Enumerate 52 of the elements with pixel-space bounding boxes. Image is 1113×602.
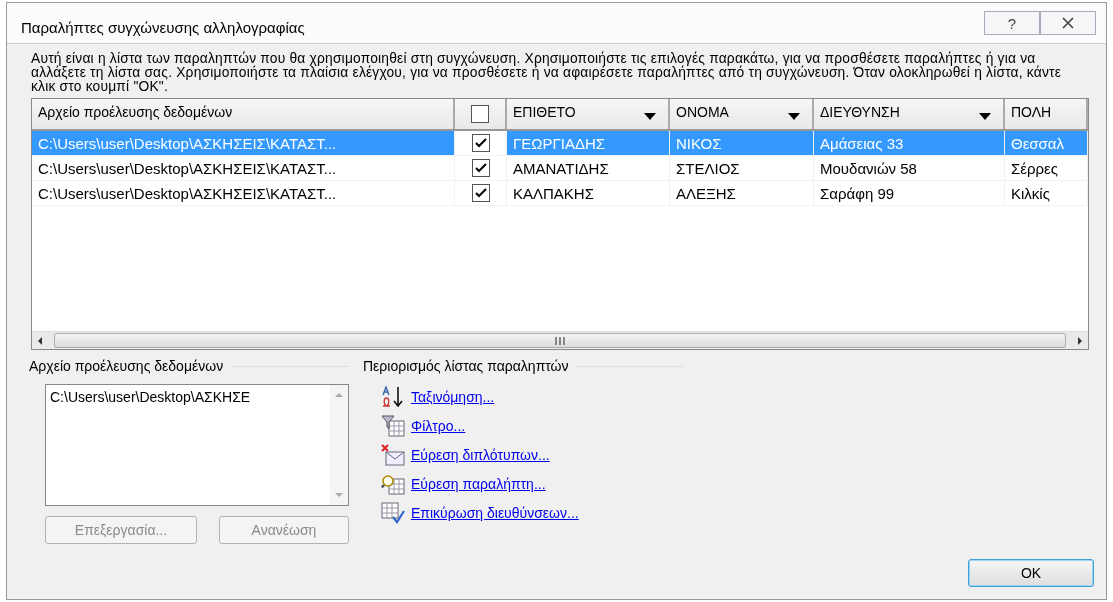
scrollbar-thumb[interactable]: [54, 333, 1066, 348]
row-checkbox[interactable]: [471, 184, 490, 202]
column-header[interactable]: ΟΝΟΜΑ: [670, 99, 814, 129]
row-checkbox[interactable]: [471, 159, 490, 177]
select-all-checkbox[interactable]: [471, 105, 489, 123]
column-header[interactable]: ΔΙΕΥΘΥΝΣΗ: [814, 99, 1005, 129]
window-title: Παραλήπτες συγχώνευσης αλληλογραφίας: [21, 19, 305, 36]
group-title: Περιορισμός λίστας παραληπτών: [363, 358, 569, 374]
table-cell: ΑΜΑΝΑΤΙΔΗΣ: [507, 156, 670, 180]
column-header[interactable]: Αρχείο προέλευσης δεδομένων: [32, 99, 455, 129]
group-title: Αρχείο προέλευσης δεδομένων: [29, 358, 224, 374]
table-cell: C:\Users\user\Desktop\ΑΣΚΗΣΕΙΣ\ΚΑΤΑΣΤ...: [32, 181, 455, 205]
help-button[interactable]: ?: [984, 11, 1040, 35]
table-cell: ΓΕΩΡΓΙΑΔΗΣ: [507, 131, 670, 155]
table-cell: Κιλκίς: [1005, 181, 1088, 205]
ok-button[interactable]: OK: [968, 559, 1094, 587]
dropdown-arrow-icon[interactable]: [644, 112, 656, 120]
refine-link[interactable]: Ταξινόμηση...: [411, 389, 495, 405]
column-header[interactable]: ΕΠΙΘΕΤΟ: [507, 99, 670, 129]
refine-link[interactable]: Επικύρωση διευθύνσεων...: [411, 505, 579, 521]
table-row[interactable]: C:\Users\user\Desktop\ΑΣΚΗΣΕΙΣ\ΚΑΤΑΣΤ... ΚΑΛΠΑΚΗΣ ΑΛΕΞΗΣ Σαράφη 99 Κιλκίς: [32, 181, 1088, 206]
table-cell: Θεσσαλ: [1005, 131, 1088, 155]
horizontal-scrollbar[interactable]: [32, 331, 1088, 349]
column-header[interactable]: ΠΟΛΗ: [1005, 99, 1088, 129]
table-cell: C:\Users\user\Desktop\ΑΣΚΗΣΕΙΣ\ΚΑΤΑΣΤ...: [32, 156, 455, 180]
table-row[interactable]: C:\Users\user\Desktop\ΑΣΚΗΣΕΙΣ\ΚΑΤΑΣΤ... ΑΜΑΝΑΤΙΔΗΣ ΣΤΕΛΙΟΣ Μουδανιών 58 Σέρρες: [32, 156, 1088, 181]
grid-checkmark-icon: [381, 502, 405, 524]
description-text: Αυτή είναι η λίστα των παραληπτών που θα χρησιμοποιηθεί στη συγχώνευση. Χρησιμοποιήστε τις επιλογές παρακάτω, για να προσθέσετε παραλήπτες ή για να αλλάξετε τη λίστα σας. Χρησιμοποιήστε τα πλαίσια ελέγχου, για να προσθέσετε ή να αφαιρέσετε παραλήπτες από τη συγχώνευση. Όταν ολοκληρωθεί η λίστα, κάντε κλικ στο κουμπί "ΟΚ".: [31, 52, 1063, 94]
table-cell: Μουδανιών 58: [814, 156, 1005, 180]
dropdown-arrow-icon[interactable]: [788, 112, 800, 120]
row-checkbox[interactable]: [471, 134, 490, 152]
close-button[interactable]: [1040, 11, 1096, 35]
close-icon: [1061, 17, 1075, 29]
table-cell: ΣΤΕΛΙΟΣ: [670, 156, 814, 180]
table-cell: Αμάσειας 33: [814, 131, 1005, 155]
refine-link[interactable]: Εύρεση διπλότυπων...: [411, 447, 550, 463]
table-cell: Σέρρες: [1005, 156, 1088, 180]
list-item[interactable]: C:\Users\user\Desktop\ΑΣΚΗΣΕ: [50, 389, 251, 405]
grip-icon: [555, 336, 565, 345]
table-cell: Σαράφη 99: [814, 181, 1005, 205]
table-cell: ΝΙΚΟΣ: [670, 131, 814, 155]
filter-icon: [381, 415, 405, 437]
sort-icon: [381, 386, 405, 408]
source-listbox[interactable]: C:\Users\user\Desktop\ΑΣΚΗΣΕ: [45, 384, 349, 506]
magnifier-grid-icon: [381, 473, 405, 495]
dropdown-arrow-icon[interactable]: [979, 112, 991, 120]
envelope-x-icon: [381, 444, 405, 466]
refine-link[interactable]: Εύρεση παραλήπτη...: [411, 476, 546, 492]
table-cell: ΚΑΛΠΑΚΗΣ: [507, 181, 670, 205]
table-cell: C:\Users\user\Desktop\ΑΣΚΗΣΕΙΣ\ΚΑΤΑΣΤ...: [32, 131, 455, 155]
refine-link[interactable]: Φίλτρο...: [411, 418, 466, 434]
table-cell: ΑΛΕΞΗΣ: [670, 181, 814, 205]
